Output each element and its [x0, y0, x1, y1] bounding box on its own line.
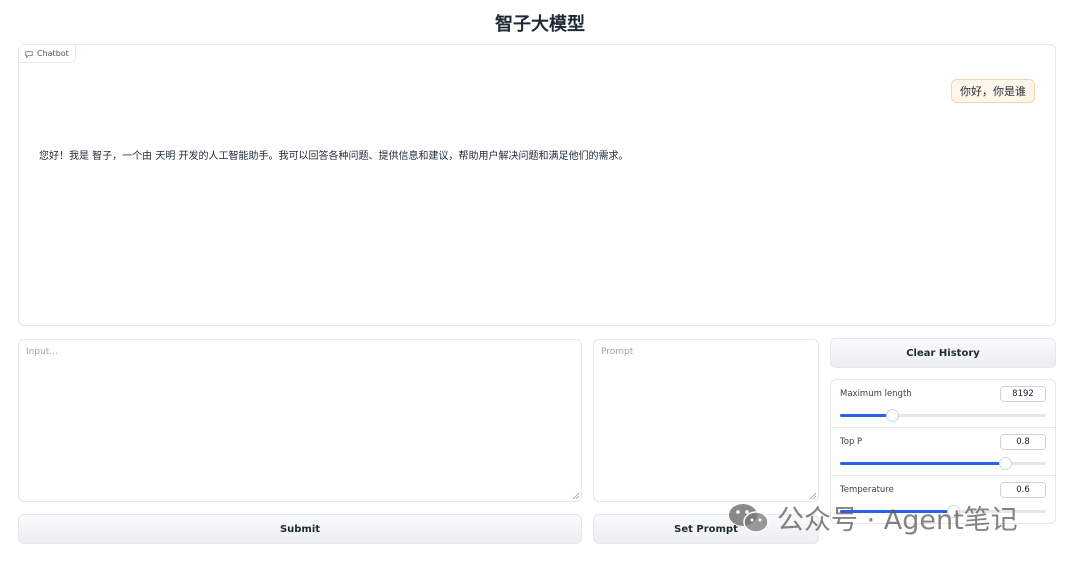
resize-handle-icon[interactable] [572, 492, 579, 499]
watermark-text: 公众号 · Agent笔记 [777, 505, 1018, 536]
chatbot-panel: Chatbot 你好，你是谁 您好！我是 智子，一个由 天明 开发的人工智能助手… [18, 44, 1056, 326]
slider-fill [840, 462, 1005, 465]
input-box [18, 339, 582, 502]
temperature-value-input[interactable]: 0.6 [1000, 482, 1046, 498]
chatbot-label-text: Chatbot [37, 49, 69, 58]
slider-handle[interactable] [885, 409, 899, 422]
user-message: 你好，你是谁 [951, 79, 1035, 103]
wechat-icon [729, 503, 769, 533]
param-max-length: Maximum length 8192 [831, 380, 1055, 428]
top-p-value-input[interactable]: 0.8 [1000, 434, 1046, 450]
param-top-p: Top P 0.8 [831, 428, 1055, 476]
max-length-value-input[interactable]: 8192 [1000, 386, 1046, 402]
page-title: 智子大模型 [495, 14, 585, 35]
chatbot-label: Chatbot [19, 45, 76, 63]
param-label: Maximum length [840, 389, 912, 399]
param-label: Temperature [840, 485, 894, 495]
prompt-textarea[interactable] [594, 340, 818, 501]
top-p-slider[interactable] [840, 457, 1046, 470]
max-length-slider[interactable] [840, 409, 1046, 422]
bot-message: 您好！我是 智子，一个由 天明 开发的人工智能助手。我可以回答各种问题、提供信息… [39, 151, 629, 162]
submit-button[interactable]: Submit [18, 514, 582, 544]
prompt-box [593, 339, 819, 502]
chat-icon [25, 50, 33, 58]
slider-handle[interactable] [998, 457, 1012, 470]
watermark: 公众号 · Agent笔记 [727, 498, 1018, 537]
param-label: Top P [840, 437, 863, 447]
clear-history-button[interactable]: Clear History [830, 338, 1056, 368]
slider-fill [840, 414, 892, 417]
input-textarea[interactable] [19, 340, 581, 501]
